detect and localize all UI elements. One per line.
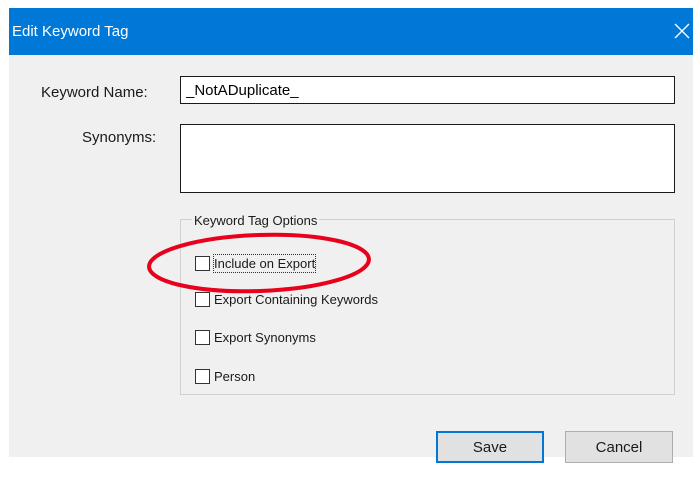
synonyms-textarea[interactable] <box>180 124 675 193</box>
export-containing-keywords-checkbox[interactable] <box>195 292 210 307</box>
include-on-export-label: Include on Export <box>212 254 317 273</box>
close-icon <box>674 23 690 39</box>
include-on-export-checkbox[interactable] <box>195 256 210 271</box>
save-button[interactable]: Save <box>436 431 544 463</box>
keyword-name-label: Keyword Name: <box>41 84 148 101</box>
title-bar[interactable]: Edit Keyword Tag <box>9 8 693 55</box>
window-title: Edit Keyword Tag <box>12 23 129 40</box>
export-containing-keywords-label: Export Containing Keywords <box>214 292 379 307</box>
close-button[interactable] <box>667 8 693 55</box>
person-checkbox[interactable] <box>195 369 210 384</box>
synonyms-label: Synonyms: <box>82 129 157 146</box>
export-synonyms-checkbox[interactable] <box>195 330 210 345</box>
cancel-button[interactable]: Cancel <box>565 431 673 463</box>
keyword-name-input[interactable] <box>180 76 675 104</box>
person-label: Person <box>214 369 256 384</box>
keyword-tag-options-legend: Keyword Tag Options <box>192 213 320 228</box>
export-synonyms-label: Export Synonyms <box>214 330 316 345</box>
